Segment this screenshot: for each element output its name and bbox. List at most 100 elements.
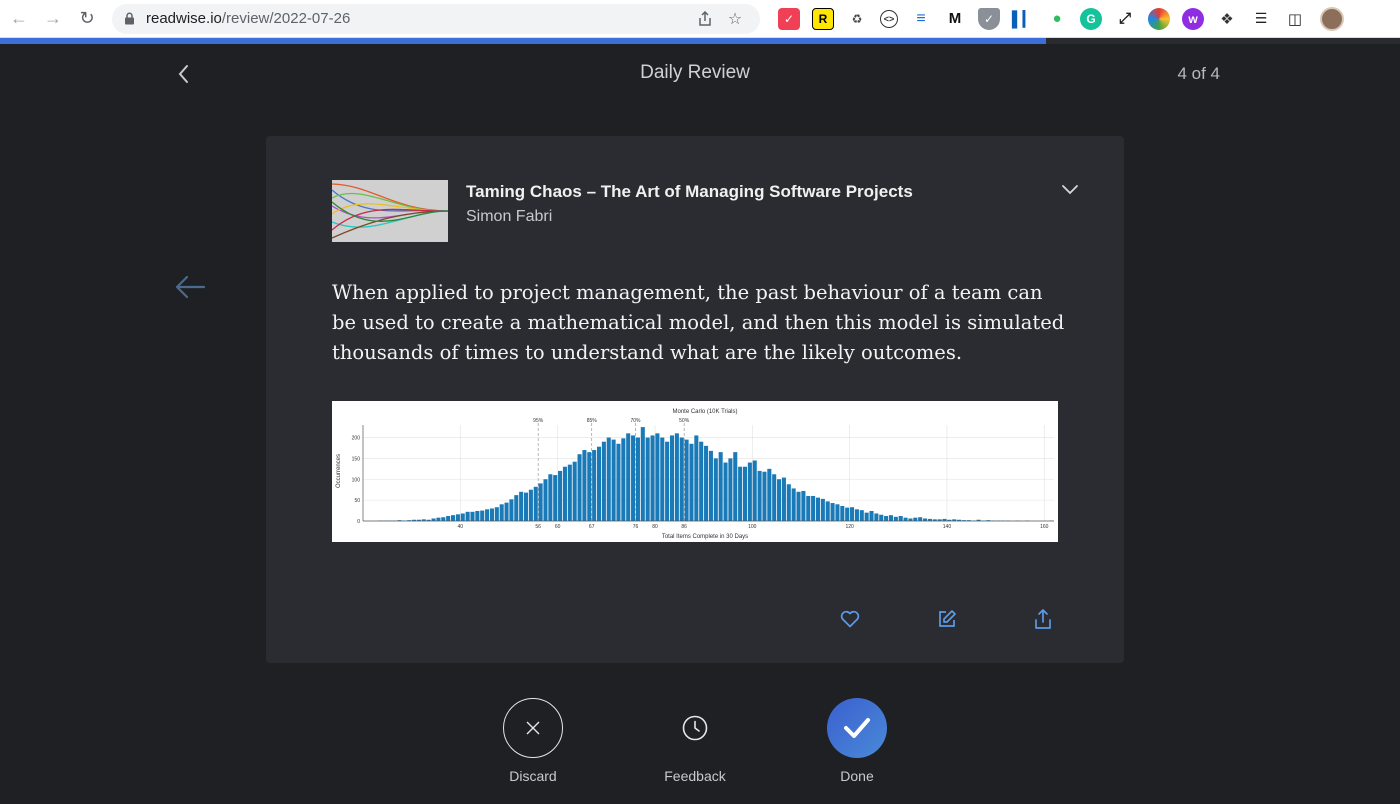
- browser-toolbar: ← → ↻ readwise.io/review/2022-07-26 ☆ ✓ …: [0, 0, 1400, 38]
- favorite-heart-icon[interactable]: [837, 606, 863, 632]
- avatar[interactable]: [1320, 6, 1344, 31]
- chart-bar: [655, 433, 660, 521]
- bookmark-star-icon[interactable]: ☆: [720, 4, 750, 34]
- chart-bar: [631, 435, 636, 521]
- expand-icon[interactable]: ⤢: [1114, 8, 1136, 30]
- chart-bar: [558, 470, 563, 521]
- chart-bar: [635, 437, 640, 521]
- chart-bar: [791, 488, 796, 521]
- chrome-color-icon[interactable]: [1148, 7, 1170, 30]
- chart-title: Monte Carlo (10K Trials): [672, 409, 737, 415]
- chart-bar: [485, 509, 490, 521]
- feedback-label: Feedback: [664, 768, 726, 784]
- layers-icon[interactable]: ≡: [910, 8, 932, 30]
- evernote-icon[interactable]: ●: [1046, 8, 1068, 30]
- chart-bar: [616, 443, 621, 521]
- back-icon[interactable]: ←: [4, 4, 34, 34]
- chart-y-tick-label: 100: [352, 477, 361, 483]
- chart-bar: [514, 495, 519, 521]
- address-bar[interactable]: readwise.io/review/2022-07-26 ☆: [112, 3, 760, 34]
- chart-bar: [796, 491, 801, 521]
- chart-bar: [757, 470, 762, 521]
- w-extension-icon[interactable]: w: [1182, 7, 1204, 30]
- chart-bar: [640, 427, 645, 521]
- chart-x-tick-label: 120: [845, 524, 854, 530]
- chart-bar: [840, 505, 845, 521]
- sidebar-icon[interactable]: ◫: [1284, 8, 1306, 30]
- lock-icon: [122, 12, 136, 26]
- chart-bar: [509, 499, 514, 521]
- book-author: Simon Fabri: [466, 208, 553, 225]
- chevron-down-icon[interactable]: [1060, 180, 1080, 200]
- shield-icon[interactable]: ✓: [978, 7, 1000, 30]
- review-counter: 4 of 4: [1177, 64, 1220, 83]
- chart-bar: [572, 461, 577, 521]
- chart-bar: [669, 435, 675, 521]
- share-export-icon[interactable]: [1030, 606, 1056, 632]
- chart-bar: [713, 458, 718, 521]
- chart-x-tick-label: 76: [633, 524, 639, 530]
- feedback-button[interactable]: [665, 698, 725, 758]
- chart-bar: [913, 517, 918, 521]
- chart-x-tick-label: 40: [458, 524, 464, 530]
- code-icon[interactable]: <>: [880, 9, 898, 28]
- chart-bar: [898, 515, 903, 521]
- readwise-icon[interactable]: R: [812, 7, 834, 30]
- medium-icon[interactable]: M: [944, 8, 966, 30]
- chart-x-tick-label: 80: [652, 524, 658, 530]
- chart-bar: [533, 486, 538, 521]
- chart-bar: [499, 504, 504, 521]
- done-control[interactable]: Done: [817, 698, 897, 784]
- chart-bar: [738, 466, 743, 521]
- chart-bar: [548, 474, 553, 521]
- done-label: Done: [840, 768, 874, 784]
- chart-bar: [854, 509, 859, 521]
- playlist-icon[interactable]: ☰: [1250, 8, 1272, 30]
- chart-bar: [801, 490, 806, 521]
- forward-icon[interactable]: →: [38, 4, 68, 34]
- discard-control[interactable]: Discard: [493, 698, 573, 784]
- previous-arrow-icon[interactable]: [172, 272, 208, 302]
- chart-x-tick-label: 67: [589, 524, 595, 530]
- chart-x-tick-label: 100: [748, 524, 757, 530]
- recycle-icon[interactable]: ♻: [846, 8, 868, 30]
- feedback-control[interactable]: Feedback: [655, 698, 735, 784]
- chart-bar: [811, 495, 816, 521]
- book-title[interactable]: Taming Chaos – The Art of Managing Softw…: [466, 182, 913, 202]
- chart-bar: [835, 504, 840, 521]
- share-icon[interactable]: [690, 4, 720, 34]
- bars-icon[interactable]: ▌▎: [1012, 8, 1034, 30]
- chart-bar: [674, 433, 679, 521]
- chart-bar: [903, 517, 908, 521]
- chart-bar: [742, 466, 748, 521]
- chart-bar: [733, 452, 738, 521]
- chart-x-tick-label: 86: [681, 524, 687, 530]
- pocket-icon[interactable]: ✓: [778, 7, 800, 30]
- chart-y-axis-label: Occurrences: [336, 454, 342, 488]
- chart-bar: [747, 462, 752, 521]
- chart-bar: [577, 454, 582, 521]
- extensions-bar: ✓ R ♻ <> ≡ M ✓ ▌▎ ● G ⤢ w ❖ ☰ ◫: [772, 7, 1312, 30]
- chart-bar: [679, 437, 684, 521]
- edit-icon[interactable]: [934, 606, 960, 632]
- close-icon: [526, 721, 540, 735]
- chart-bar: [777, 479, 782, 521]
- review-progress-bar: [0, 38, 1400, 44]
- url-host: readwise.io: [146, 10, 222, 27]
- chart-x-axis-label: Total Items Complete in 30 Days: [662, 534, 748, 540]
- chart-bar: [470, 511, 475, 521]
- chart-bar: [918, 517, 923, 521]
- grammarly-icon[interactable]: G: [1080, 7, 1102, 30]
- puzzle-icon[interactable]: ❖: [1216, 8, 1238, 30]
- done-button[interactable]: [827, 698, 887, 758]
- chart-x-tick-label: 60: [555, 524, 561, 530]
- chart-bar: [562, 466, 567, 521]
- discard-button[interactable]: [503, 698, 563, 758]
- checkmark-icon: [844, 718, 870, 738]
- chart-bar: [869, 510, 874, 521]
- chart-bar: [684, 439, 689, 521]
- reload-icon[interactable]: ↻: [72, 4, 102, 34]
- chart-bar: [665, 441, 670, 521]
- chart-bar: [596, 446, 602, 521]
- chart-bar: [859, 510, 864, 521]
